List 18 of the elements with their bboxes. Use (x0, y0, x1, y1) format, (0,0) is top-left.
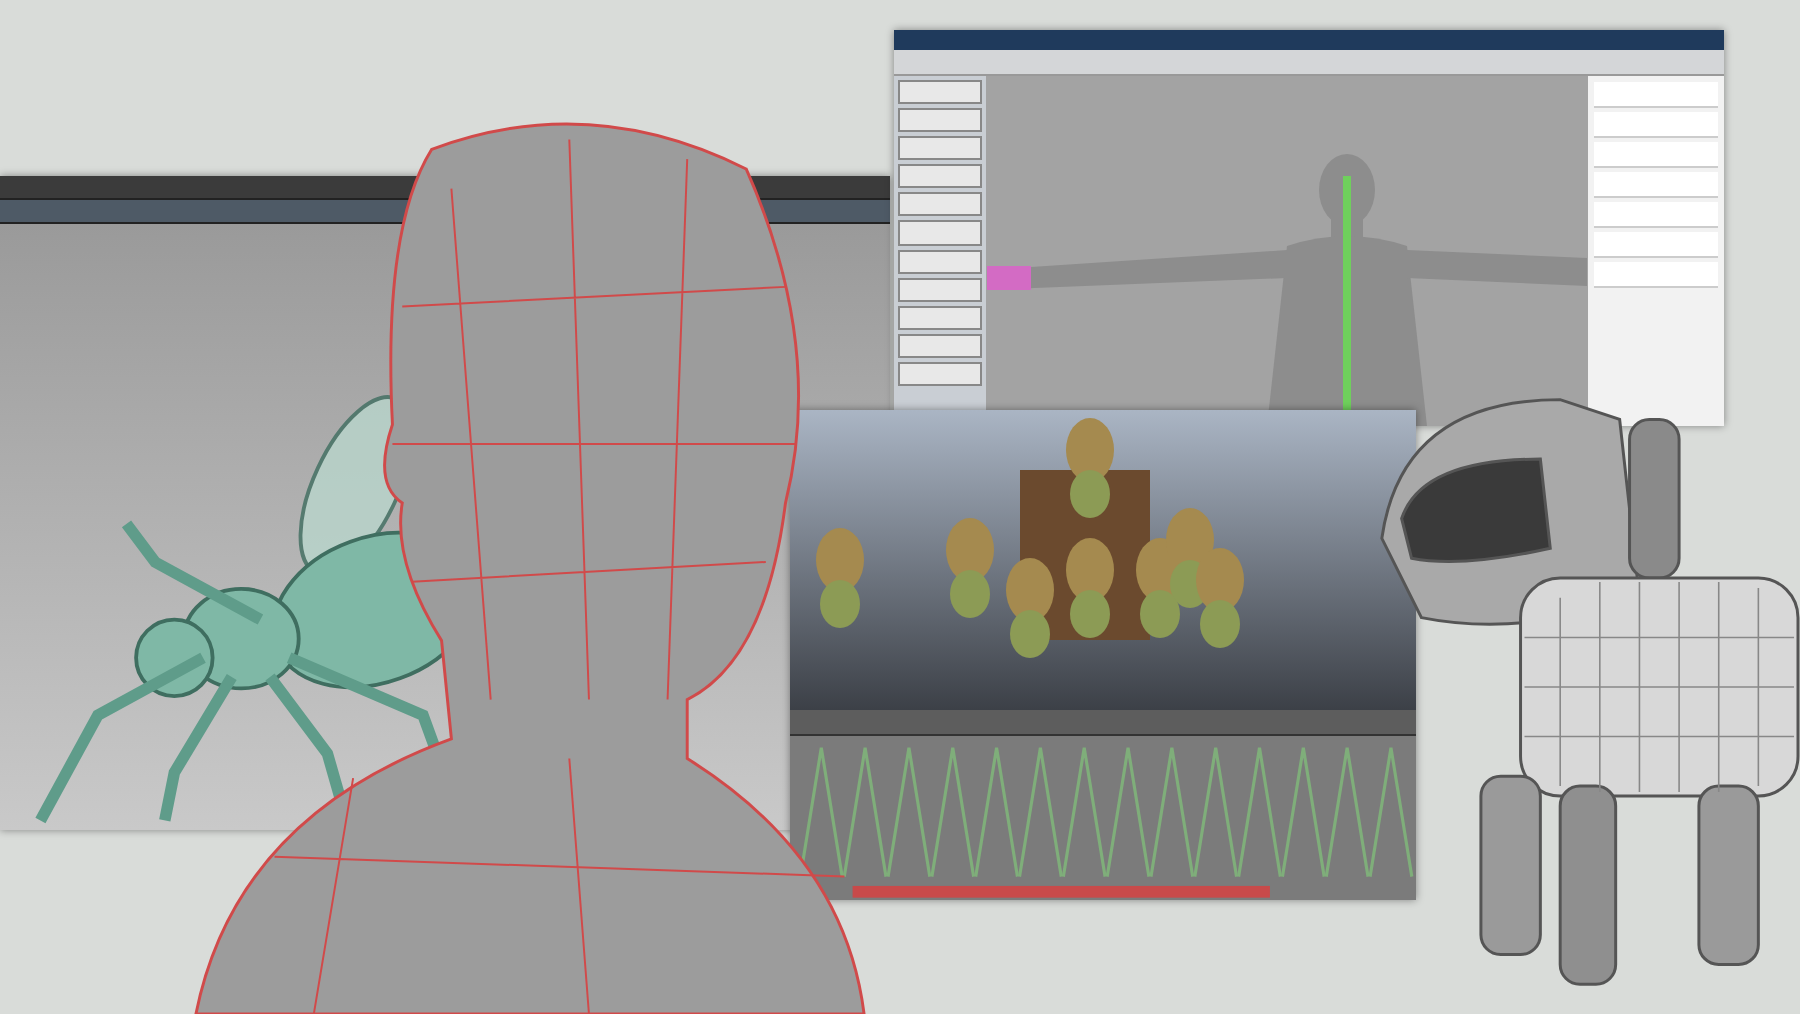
panel-button[interactable] (898, 164, 982, 189)
panel-button[interactable] (898, 80, 982, 105)
panel-button[interactable] (898, 108, 982, 133)
panel-button[interactable] (898, 249, 982, 274)
panel-button[interactable] (898, 192, 982, 217)
outliner-row[interactable] (1594, 232, 1718, 258)
panel-button[interactable] (898, 277, 982, 302)
panel-button[interactable] (898, 361, 982, 387)
panel-button[interactable] (898, 333, 982, 358)
outliner-row[interactable] (1594, 202, 1718, 228)
panel-button[interactable] (898, 220, 982, 246)
outliner-row[interactable] (1594, 172, 1718, 198)
panel-button[interactable] (898, 136, 982, 161)
outliner-row[interactable] (1594, 82, 1718, 108)
outliner-row[interactable] (1594, 112, 1718, 138)
panel-button[interactable] (898, 305, 982, 330)
outliner-row[interactable] (1594, 262, 1718, 288)
outliner-row[interactable] (1594, 142, 1718, 168)
